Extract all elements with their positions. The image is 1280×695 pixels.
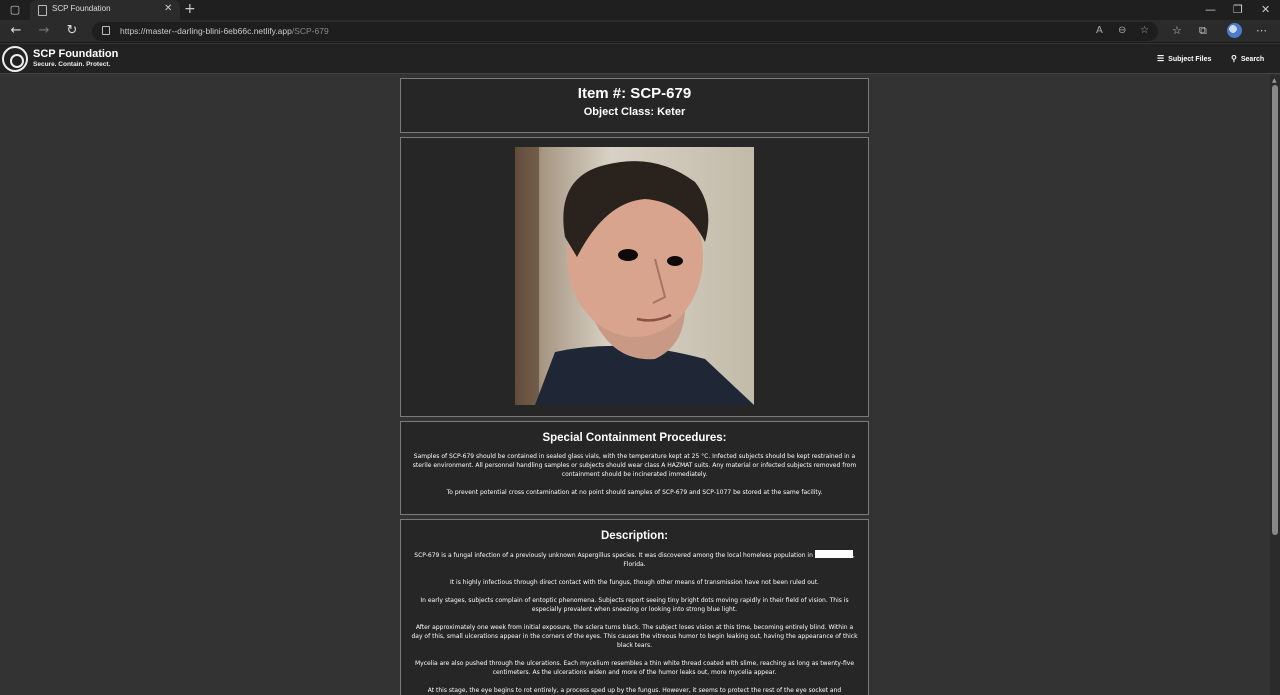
object-class: Object Class: Keter [583,106,686,118]
description-paragraph: It is highly infectious through direct c… [450,579,819,586]
image-card [400,137,869,417]
favorites-icon[interactable]: ☆ [1172,24,1182,37]
search-link[interactable]: ⚲ Search [1231,54,1264,63]
containment-paragraph: To prevent potential cross contamination… [446,489,823,496]
add-favorite-icon[interactable]: ☆ [1140,25,1149,36]
description-paragraph: After approximately one week from initia… [411,624,858,649]
description-heading: Description: [600,530,669,542]
zoom-icon[interactable]: ⊖ [1118,25,1126,36]
item-title: Item #: SCP-679 [577,85,692,102]
read-aloud-icon[interactable]: A [1096,25,1103,36]
address-bar[interactable]: https://master--darling-blini-6eb66c.net… [92,22,1158,41]
document-content: Item #: SCP-679 Object Class: Keter Spec… [400,78,869,695]
forward-icon[interactable]: → [36,23,52,39]
description-paragraph: SCP-679 is a fungal infection of a previ… [414,550,855,568]
browser-tabbar: ▢ SCP Foundation ✕ + — ❐ ✕ [0,0,1280,20]
more-options-icon[interactable]: ⋯ [1256,24,1267,37]
hamburger-icon: ☰ [1157,54,1165,63]
page-scrollbar[interactable]: ▲ [1270,75,1280,695]
close-window-icon[interactable]: ✕ [1261,3,1270,16]
containment-section: Special Containment Procedures: Samples … [400,421,869,515]
title-card: Item #: SCP-679 Object Class: Keter [400,78,869,133]
url-text[interactable]: https://master--darling-blini-6eb66c.net… [120,26,329,36]
restore-icon[interactable]: ❐ [1233,3,1243,16]
description-paragraph: Mycelia are also pushed through the ulce… [414,660,855,676]
description-section: Description: SCP-679 is a fungal infecti… [400,519,869,695]
scroll-up-icon[interactable]: ▲ [1272,77,1277,84]
scp-logo-icon[interactable] [2,46,28,72]
subject-files-link[interactable]: ☰ Subject Files [1157,54,1211,63]
tab-title: SCP Foundation [52,4,111,13]
site-header: SCP Foundation Secure. Contain. Protect.… [0,44,1280,74]
minimize-icon[interactable]: — [1205,3,1216,16]
containment-heading: Special Containment Procedures: [542,432,727,444]
description-paragraph: In early stages, subjects complain of en… [420,597,849,613]
search-icon: ⚲ [1231,54,1237,63]
subject-photo [515,147,754,405]
refresh-icon[interactable]: ↻ [64,23,80,39]
new-tab-icon[interactable]: + [184,1,196,17]
page-icon [38,5,47,16]
brand-name[interactable]: SCP Foundation [33,48,118,60]
profile-avatar[interactable] [1227,23,1242,38]
browser-toolbar: ← → ↻ https://master--darling-blini-6eb6… [0,20,1280,43]
tab-actions-icon[interactable]: ▢ [8,3,22,17]
close-tab-icon[interactable]: ✕ [164,3,172,14]
redaction-bar [814,550,853,558]
containment-paragraph: Samples of SCP-679 should be contained i… [412,453,857,478]
description-paragraph: At this stage, the eye begins to rot ent… [427,687,842,694]
lock-icon [102,26,110,35]
browser-tab[interactable]: SCP Foundation ✕ [30,0,180,20]
collections-icon[interactable]: ⧉ [1199,24,1207,38]
back-icon[interactable]: ← [8,23,24,39]
brand-tagline: Secure. Contain. Protect. [33,61,111,68]
scroll-thumb[interactable] [1272,85,1278,535]
